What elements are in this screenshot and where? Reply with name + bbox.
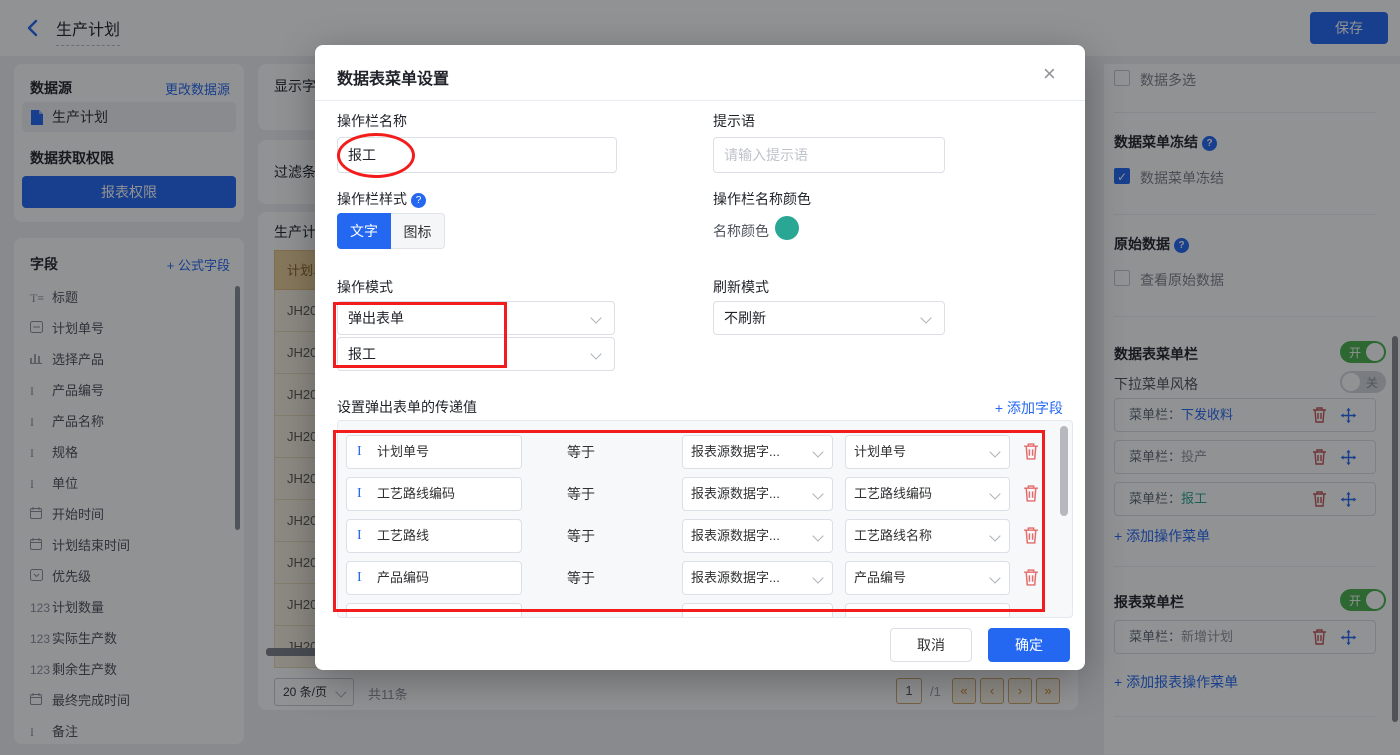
source-select[interactable]: 报表源数据字... <box>682 435 833 469</box>
tip-input[interactable] <box>713 137 945 173</box>
chevron-down-icon <box>812 488 824 500</box>
action-mode-label: 操作模式 <box>337 279 393 295</box>
chevron-down-icon <box>989 530 1001 542</box>
action-mode-form-select[interactable]: 报工 <box>337 337 615 371</box>
chevron-down-icon <box>989 488 1001 500</box>
operator-label: 等于 <box>567 570 595 586</box>
chevron-down-icon <box>989 446 1001 458</box>
action-name-label: 操作栏名称 <box>337 113 407 129</box>
operator-label: 等于 <box>567 528 595 544</box>
trash-icon[interactable] <box>1023 569 1039 586</box>
tip-label: 提示语 <box>713 113 755 129</box>
transfer-row: I 产品编码 等于 报表源数据字... 产品编号 <box>338 561 1072 595</box>
source-select[interactable]: 报表源数据字... <box>682 561 833 595</box>
text-icon: I <box>357 486 362 501</box>
text-icon: I <box>357 570 362 585</box>
cancel-button[interactable]: 取消 <box>890 628 972 662</box>
refresh-mode-select[interactable]: 不刷新 <box>713 301 945 335</box>
action-style-label: 操作栏样式? <box>337 189 426 209</box>
chevron-down-icon <box>989 572 1001 584</box>
chevron-down-icon <box>590 312 602 324</box>
help-icon[interactable]: ? <box>411 193 426 208</box>
app-root: 生产计划 保存 数据源 更改数据源 生产计划 数据获取权限 报表权限 字段 + … <box>0 0 1400 755</box>
transfer-scrollbar[interactable] <box>1060 426 1068 516</box>
text-icon: I <box>357 444 362 459</box>
text-icon: I <box>357 528 362 543</box>
field-select[interactable]: I 工艺路线 <box>346 519 522 553</box>
field-select[interactable]: I 工艺路线编码 <box>346 477 522 511</box>
transfer-values-table: I 计划单号 等于 报表源数据字... 计划单号 I 工艺路线编码 等于 报表源数据… <box>337 420 1073 618</box>
color-swatch[interactable] <box>775 216 799 240</box>
operator-label: 等于 <box>567 444 595 460</box>
source-select[interactable]: 报表源数据字... <box>682 519 833 553</box>
chevron-down-icon <box>920 312 932 324</box>
trash-icon[interactable] <box>1023 527 1039 544</box>
trash-icon[interactable] <box>1023 485 1039 502</box>
style-text-tab[interactable]: 文字 <box>337 213 391 249</box>
transfer-row: I 工艺路线 等于 报表源数据字... 工艺路线名称 <box>338 519 1072 553</box>
name-color-swatch-label: 名称颜色 <box>713 223 769 239</box>
action-mode-select[interactable]: 弹出表单 <box>337 301 615 335</box>
refresh-mode-label: 刷新模式 <box>713 279 769 295</box>
transfer-row: I 工艺路线编码 等于 报表源数据字... 工艺路线编码 <box>338 477 1072 511</box>
chevron-down-icon <box>812 530 824 542</box>
value-select[interactable]: 计划单号 <box>845 435 1010 469</box>
add-field-link[interactable]: + 添加字段 <box>995 398 1063 418</box>
value-select[interactable]: 工艺路线名称 <box>845 519 1010 553</box>
operator-label: 等于 <box>567 486 595 502</box>
chevron-down-icon <box>590 348 602 360</box>
action-name-input[interactable] <box>337 137 617 173</box>
value-select[interactable]: 工艺路线编码 <box>845 477 1010 511</box>
transfer-row: I 计划单号 等于 报表源数据字... 计划单号 <box>338 435 1072 469</box>
trash-icon[interactable] <box>1023 443 1039 460</box>
value-select[interactable]: 产品编号 <box>845 561 1010 595</box>
table-menu-settings-modal: 数据表菜单设置 × 操作栏名称 提示语 操作栏样式? 文字 图标 操作栏名称颜色… <box>315 45 1085 670</box>
confirm-button[interactable]: 确定 <box>988 628 1070 662</box>
field-select[interactable]: I 计划单号 <box>346 435 522 469</box>
chevron-down-icon <box>812 446 824 458</box>
transfer-values-label: 设置弹出表单的传递值 <box>337 399 477 415</box>
chevron-down-icon <box>812 572 824 584</box>
transfer-row-partial <box>338 603 1072 617</box>
action-style-segmented: 文字 图标 <box>337 213 445 249</box>
name-color-label: 操作栏名称颜色 <box>713 191 811 207</box>
close-icon[interactable]: × <box>1043 63 1056 85</box>
style-icon-tab[interactable]: 图标 <box>391 213 445 249</box>
source-select[interactable]: 报表源数据字... <box>682 477 833 511</box>
field-select[interactable]: I 产品编码 <box>346 561 522 595</box>
modal-title: 数据表菜单设置 <box>337 71 450 88</box>
